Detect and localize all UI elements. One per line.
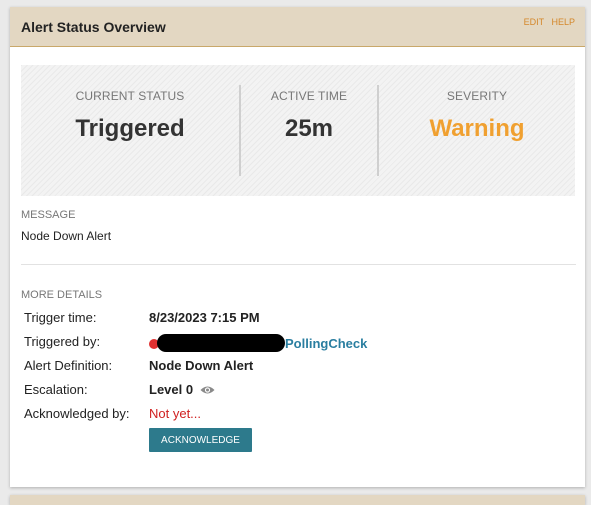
acknowledged-by-label: Acknowledged by: — [24, 406, 130, 421]
escalation-value: Level 0 — [149, 382, 194, 397]
status-summary: CURRENT STATUS Triggered ACTIVE TIME 25m… — [21, 65, 575, 196]
active-time-value: 25m — [284, 115, 334, 142]
alert-status-panel: Alert Status Overview EDIT HELP CURRENT … — [10, 7, 585, 487]
active-time-stat: ACTIVE TIME 25m — [241, 65, 377, 196]
alert-definition-label: Alert Definition: — [24, 358, 113, 373]
current-status-stat: CURRENT STATUS Triggered — [21, 65, 239, 196]
next-panel-header — [10, 495, 585, 505]
alert-definition-value: Node Down Alert — [149, 358, 254, 373]
edit-link[interactable]: EDIT — [524, 17, 544, 27]
trigger-time-value: 8/23/2023 7:15 PM — [149, 310, 260, 325]
severity-stat: SEVERITY Warning — [379, 65, 575, 196]
active-time-label: ACTIVE TIME — [270, 89, 348, 103]
acknowledge-button[interactable]: ACKNOWLEDGE — [149, 428, 252, 452]
more-details-label: MORE DETAILS — [21, 289, 103, 301]
message-label: MESSAGE — [21, 209, 76, 221]
triggered-by-link[interactable]: PollingCheck — [285, 336, 367, 351]
current-status-label: CURRENT STATUS — [75, 89, 185, 103]
triggered-by-label: Triggered by: — [24, 334, 101, 349]
trigger-time-label: Trigger time: — [24, 310, 97, 325]
message-text: Node Down Alert — [21, 229, 112, 243]
help-link[interactable]: HELP — [551, 17, 575, 27]
redacted-node-name — [157, 334, 285, 352]
header-links: EDIT HELP — [519, 17, 575, 27]
severity-label: SEVERITY — [446, 89, 508, 103]
acknowledged-by-value: Not yet... — [149, 406, 202, 421]
section-divider — [21, 264, 576, 265]
triggered-by-value-wrap: PollingCheck — [149, 334, 367, 352]
escalation-label: Escalation: — [24, 382, 88, 397]
eye-icon[interactable] — [200, 383, 215, 398]
panel-header: Alert Status Overview EDIT HELP — [10, 7, 585, 47]
panel-title: Alert Status Overview — [21, 19, 166, 35]
severity-value: Warning — [429, 115, 525, 142]
escalation-value-wrap: Level 0 — [149, 382, 215, 398]
current-status-value: Triggered — [75, 115, 185, 142]
